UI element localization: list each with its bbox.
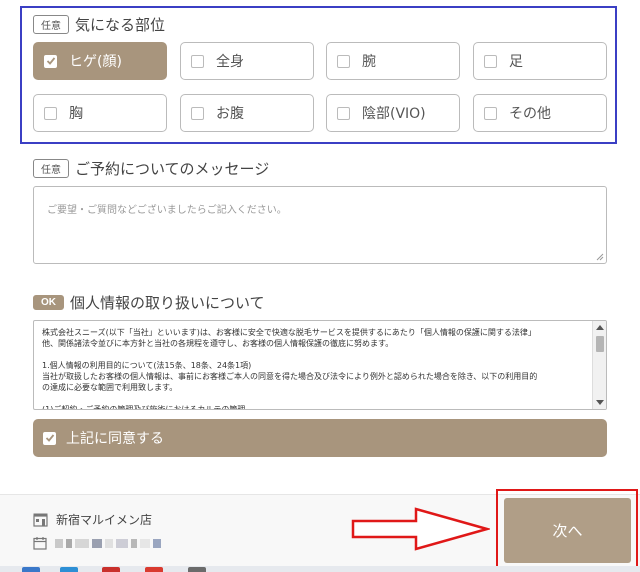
- store-icon: [33, 513, 48, 527]
- parts-section-title: 気になる部位: [75, 16, 166, 34]
- store-name: 新宿マルイメン店: [56, 513, 153, 527]
- taskbar-app-icon[interactable]: [145, 567, 163, 572]
- calendar-icon: [33, 537, 47, 550]
- message-textarea[interactable]: ご要望・ご質問などございましたらご記入ください。: [33, 186, 607, 264]
- scrollbar-thumb[interactable]: [596, 336, 604, 352]
- checkbox-checked-icon[interactable]: [43, 431, 56, 445]
- arrow-annotation-icon: [351, 507, 490, 551]
- optional-tag: 任意: [33, 15, 69, 34]
- taskbar-app-icon[interactable]: [188, 567, 206, 572]
- part-option-label: 全身: [216, 54, 244, 70]
- part-option-label: その他: [509, 106, 551, 122]
- part-option-other[interactable]: その他: [473, 94, 607, 132]
- checkbox-icon[interactable]: [484, 106, 497, 120]
- privacy-policy-box[interactable]: 株式会社スニーズ(以下「当社」といいます)は、お客様に安全で快適な脱毛サービスを…: [33, 320, 607, 410]
- agree-label: 上記に同意する: [66, 431, 164, 447]
- parts-section-heading: 任意 気になる部位: [33, 14, 165, 35]
- taskbar-app-icon[interactable]: [22, 567, 40, 572]
- next-button[interactable]: 次へ: [504, 498, 631, 563]
- resize-handle-icon[interactable]: [596, 253, 604, 261]
- taskbar: [0, 566, 640, 572]
- checkbox-checked-icon[interactable]: [44, 54, 57, 68]
- privacy-policy-text: 株式会社スニーズ(以下「当社」といいます)は、お客様に安全で快適な脱毛サービスを…: [42, 328, 538, 410]
- part-option-label: 足: [509, 54, 523, 70]
- privacy-section-title: 個人情報の取り扱いについて: [70, 294, 265, 312]
- agree-checkbox-button[interactable]: 上記に同意する: [33, 419, 607, 457]
- checkbox-icon[interactable]: [337, 106, 350, 120]
- part-option-label: ヒゲ(顔): [69, 54, 122, 70]
- privacy-scrollbar[interactable]: [592, 321, 606, 409]
- checkbox-icon[interactable]: [337, 54, 350, 68]
- scroll-down-icon[interactable]: [596, 400, 604, 405]
- part-option-belly[interactable]: お腹: [180, 94, 314, 132]
- part-option-whole-body[interactable]: 全身: [180, 42, 314, 80]
- part-option-label: 胸: [69, 106, 83, 122]
- message-section-title: ご予約についてのメッセージ: [75, 160, 270, 178]
- taskbar-app-icon[interactable]: [60, 567, 78, 572]
- message-section-heading: 任意 ご予約についてのメッセージ: [33, 158, 269, 179]
- part-option-arm[interactable]: 腕: [326, 42, 460, 80]
- checkbox-icon[interactable]: [191, 106, 204, 120]
- part-option-label: 陰部(VIO): [362, 106, 426, 122]
- part-option-label: 腕: [362, 54, 376, 70]
- part-option-chest[interactable]: 胸: [33, 94, 167, 132]
- privacy-section-heading: OK 個人情報の取り扱いについて: [33, 292, 265, 313]
- part-option-leg[interactable]: 足: [473, 42, 607, 80]
- message-placeholder: ご要望・ご質問などございましたらご記入ください。: [47, 205, 287, 216]
- part-option-vio[interactable]: 陰部(VIO): [326, 94, 460, 132]
- scroll-up-icon[interactable]: [596, 325, 604, 330]
- checkbox-icon[interactable]: [484, 54, 497, 68]
- part-option-beard[interactable]: ヒゲ(顔): [33, 42, 167, 80]
- ok-tag: OK: [33, 295, 64, 310]
- taskbar-app-icon[interactable]: [102, 567, 120, 572]
- blurred-datetime: [55, 538, 161, 548]
- checkbox-icon[interactable]: [191, 54, 204, 68]
- reservation-datetime: [33, 536, 161, 550]
- optional-tag: 任意: [33, 159, 69, 178]
- checkbox-icon[interactable]: [44, 106, 57, 120]
- part-option-label: お腹: [216, 106, 244, 122]
- store-info: 新宿マルイメン店: [33, 511, 152, 528]
